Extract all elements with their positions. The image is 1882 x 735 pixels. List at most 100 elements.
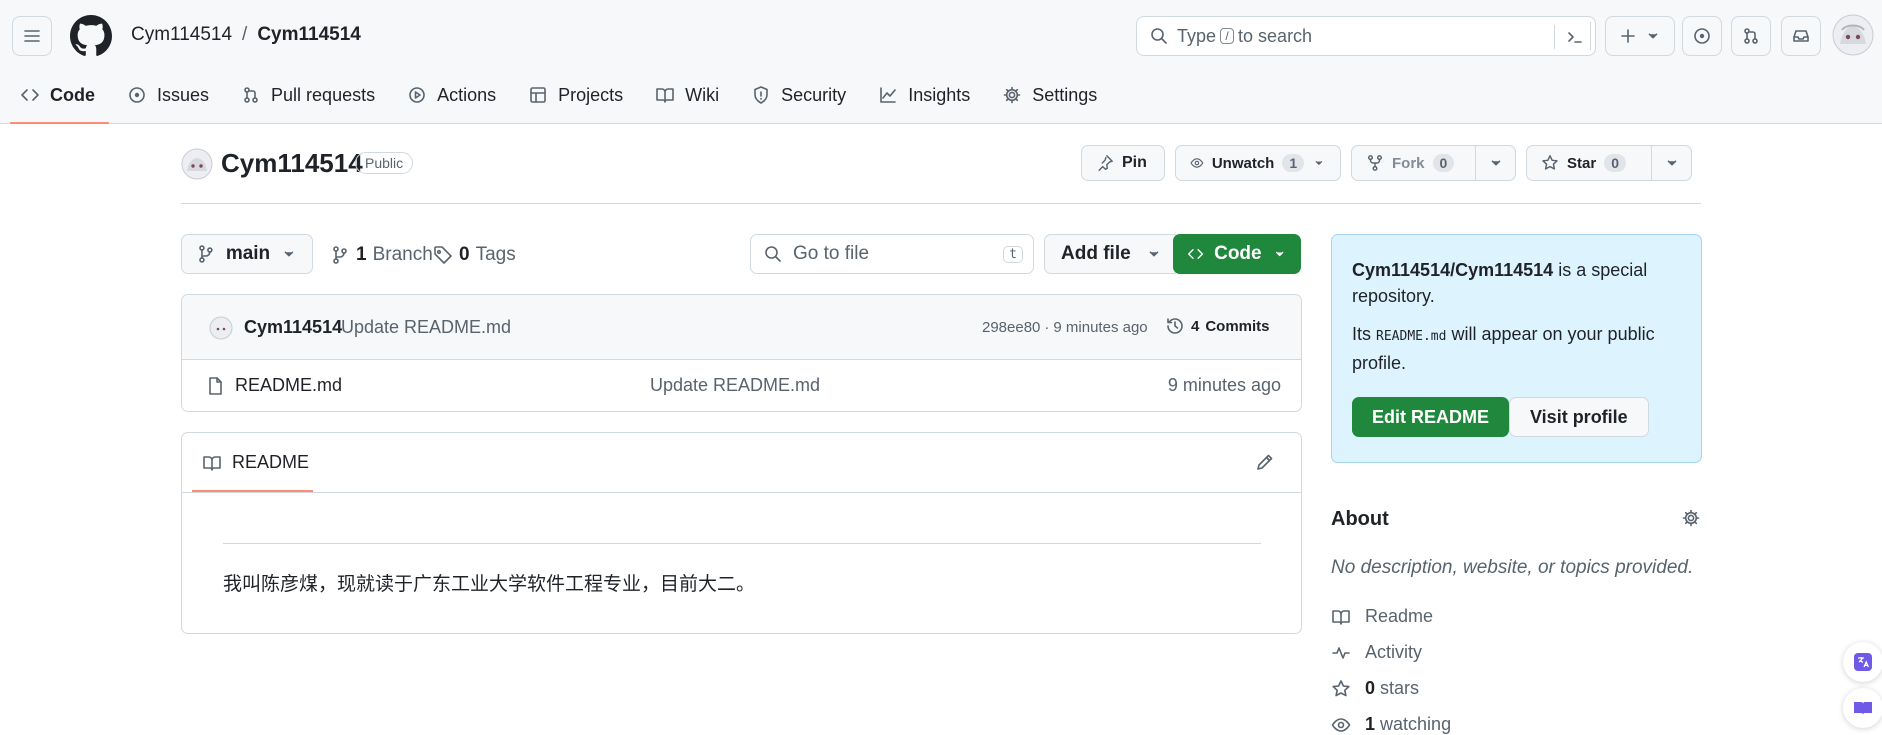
eye-icon <box>1331 717 1351 732</box>
tab-wiki[interactable]: Wiki <box>645 78 733 112</box>
graph-icon <box>880 87 896 103</box>
about-readme-link[interactable]: Readme <box>1331 606 1433 627</box>
file-row[interactable]: README.md Update README.md 9 minutes ago <box>182 360 1301 411</box>
eye-icon <box>1190 158 1204 168</box>
code-icon <box>1188 249 1204 259</box>
watch-button[interactable]: Unwatch 1 <box>1175 145 1341 181</box>
tab-security[interactable]: Security <box>741 78 860 112</box>
commit-sha[interactable]: 298ee80 <box>982 319 1040 336</box>
tab-code[interactable]: Code <box>10 78 109 124</box>
readme-header: README <box>182 433 1301 493</box>
repo-tabs: Code Issues Pull requests Actions Projec… <box>10 78 1119 124</box>
book-icon <box>656 88 674 103</box>
readme-panel: README 我叫陈彦煤，现就读于广东工业大学软件工程专业，目前大二。 <box>181 432 1302 634</box>
file-name[interactable]: README.md <box>235 375 342 396</box>
table-icon <box>530 87 546 103</box>
tag-icon <box>434 246 452 264</box>
shield-icon <box>754 86 768 104</box>
pull-requests-button[interactable] <box>1731 16 1771 56</box>
command-palette-button[interactable] <box>1554 25 1585 49</box>
watch-count: 1 <box>1282 154 1305 172</box>
visit-profile-button[interactable]: Visit profile <box>1509 397 1649 437</box>
go-to-file-input[interactable]: Go to file t <box>750 234 1034 274</box>
play-icon <box>409 87 425 103</box>
commit-time: 9 minutes ago <box>1053 319 1148 336</box>
inbox-button[interactable] <box>1781 16 1821 56</box>
reader-extension-button[interactable] <box>1843 688 1882 728</box>
file-icon <box>209 377 222 395</box>
book-icon <box>1332 609 1350 625</box>
translate-extension-button[interactable] <box>1843 642 1882 682</box>
triangle-down-icon <box>1275 251 1283 257</box>
menu-button[interactable] <box>12 16 52 56</box>
go-to-file-shortcut: t <box>1003 246 1023 263</box>
add-file-button[interactable]: Add file <box>1044 234 1180 274</box>
book-icon <box>203 455 221 471</box>
history-icon <box>1167 318 1183 334</box>
star-button[interactable]: Star 0 <box>1526 145 1692 181</box>
readme-tab[interactable]: README <box>191 452 314 492</box>
repo-title[interactable]: Cym114514 <box>221 148 363 179</box>
tab-projects[interactable]: Projects <box>518 78 637 112</box>
code-icon <box>21 89 39 101</box>
search-icon <box>765 246 781 262</box>
tab-issues[interactable]: Issues <box>117 78 223 112</box>
commit-message[interactable]: Update README.md <box>341 317 511 338</box>
pencil-icon[interactable] <box>1255 452 1275 472</box>
tab-settings[interactable]: Settings <box>992 78 1111 112</box>
branches-link[interactable]: 1 Branch <box>330 244 433 266</box>
file-table: Cym114514 Update README.md 298ee80 · 9 m… <box>181 294 1302 412</box>
special-notice-line-2: Its README.md will appear on your public… <box>1352 324 1655 373</box>
pin-button[interactable]: Pin <box>1081 145 1165 181</box>
create-new-button[interactable] <box>1605 16 1675 56</box>
plus-icon <box>1621 29 1635 43</box>
translate-icon <box>1854 653 1872 671</box>
about-description: No description, website, or topics provi… <box>1331 557 1694 578</box>
commit-author-avatar[interactable] <box>209 316 233 340</box>
readme-rule <box>223 543 1261 544</box>
title-divider <box>181 203 1701 204</box>
breadcrumb: Cym114514 / Cym114514 <box>131 24 361 46</box>
gear-icon <box>1003 86 1021 104</box>
triangle-down-icon <box>1491 160 1500 166</box>
triangle-down-icon <box>1315 161 1323 165</box>
branch-selector[interactable]: main <box>181 234 313 274</box>
code-dropdown-button[interactable]: Code <box>1173 234 1301 274</box>
triangle-down-icon <box>1667 160 1676 166</box>
star-dropdown[interactable] <box>1651 146 1691 180</box>
file-commit-message[interactable]: Update README.md <box>650 375 820 396</box>
about-watching-link[interactable]: 1 watching <box>1331 714 1451 735</box>
fork-button[interactable]: Fork 0 <box>1351 145 1516 181</box>
tab-insights[interactable]: Insights <box>868 78 984 112</box>
star-icon <box>1332 679 1350 696</box>
git-branch-icon <box>199 245 213 263</box>
fork-count: 0 <box>1432 154 1455 172</box>
issue-icon <box>129 87 145 103</box>
inbox-icon <box>1793 30 1809 42</box>
user-avatar[interactable] <box>1832 14 1874 56</box>
commits-link[interactable]: 4 Commits <box>1165 316 1270 336</box>
tags-link[interactable]: 0 Tags <box>433 244 516 266</box>
about-activity-link[interactable]: Activity <box>1331 642 1422 663</box>
fork-dropdown[interactable] <box>1475 146 1515 180</box>
tab-pull-requests[interactable]: Pull requests <box>231 78 389 112</box>
search-input[interactable]: Type / to search <box>1136 16 1596 56</box>
file-time: 9 minutes ago <box>1167 375 1281 395</box>
github-logo-icon[interactable] <box>70 15 112 57</box>
about-stars-link[interactable]: 0 stars <box>1331 678 1419 699</box>
pull-request-icon <box>1744 28 1758 44</box>
breadcrumb-owner[interactable]: Cym114514 <box>131 24 232 46</box>
gear-icon[interactable] <box>1681 508 1701 528</box>
breadcrumb-repo[interactable]: Cym114514 <box>257 24 361 46</box>
star-count: 0 <box>1604 154 1626 172</box>
triangle-down-icon <box>284 251 294 257</box>
edit-readme-button[interactable]: Edit README <box>1352 397 1509 437</box>
tab-actions[interactable]: Actions <box>397 78 510 112</box>
search-shortcut-key: / <box>1220 28 1235 44</box>
issues-button[interactable] <box>1682 16 1722 56</box>
repo-owner-avatar[interactable] <box>181 148 213 180</box>
book-open-icon <box>1854 702 1872 715</box>
commit-author[interactable]: Cym114514 <box>244 317 342 338</box>
app-header: Cym114514 / Cym114514 Type / to search C… <box>0 0 1882 124</box>
special-notice-line-1: Cym114514/Cym114514 is a special reposit… <box>1352 260 1648 306</box>
